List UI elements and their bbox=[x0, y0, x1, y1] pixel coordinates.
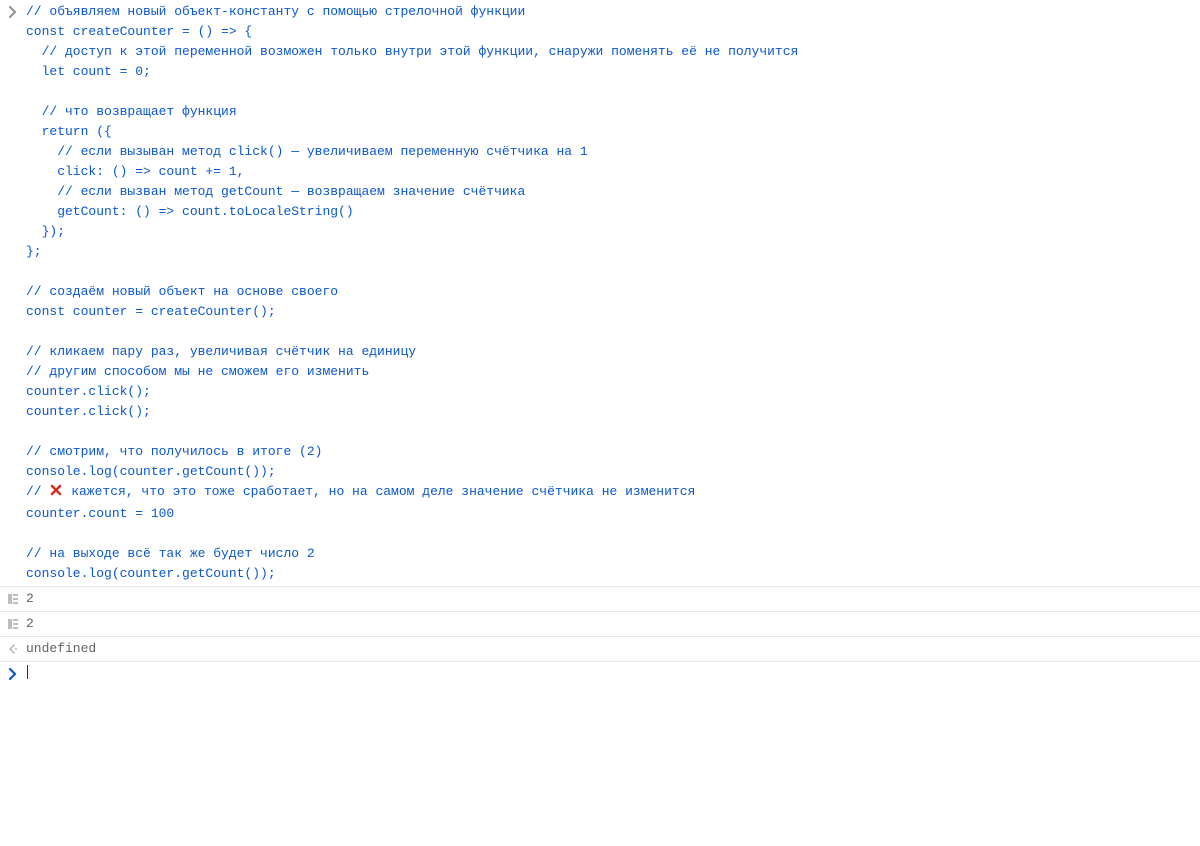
code-line: // доступ к этой переменной возможен тол… bbox=[26, 44, 798, 59]
code-line: let count = 0; bbox=[26, 64, 151, 79]
code-line: getCount: () => count.toLocaleString() bbox=[26, 204, 354, 219]
cross-mark-icon bbox=[49, 483, 63, 504]
code-line: }; bbox=[26, 244, 42, 259]
code-line: click: () => count += 1, bbox=[26, 164, 244, 179]
log-source-icon bbox=[0, 589, 26, 605]
code-text: // bbox=[26, 484, 49, 499]
code-line: counter.click(); bbox=[26, 384, 151, 399]
console-log-value[interactable]: 2 bbox=[26, 614, 1200, 634]
code-line: }); bbox=[26, 224, 65, 239]
code-line: return ({ bbox=[26, 124, 112, 139]
return-arrow-icon bbox=[0, 639, 26, 655]
console-input-code[interactable]: // объявляем новый объект-константу с по… bbox=[26, 2, 1200, 584]
code-line: // если вызыван метод click() — увеличив… bbox=[26, 144, 588, 159]
code-line: // смотрим, что получилось в итоге (2) bbox=[26, 444, 322, 459]
code-line: console.log(counter.getCount()); bbox=[26, 566, 276, 581]
console-log-row: 2 bbox=[0, 587, 1200, 612]
console-log-row: 2 bbox=[0, 612, 1200, 637]
code-line: // что возвращает функция bbox=[26, 104, 237, 119]
input-chevron-icon bbox=[0, 2, 26, 18]
text-caret bbox=[27, 665, 28, 679]
prompt-chevron-icon bbox=[0, 664, 26, 680]
code-text: кажется, что это тоже сработает, но на с… bbox=[63, 484, 695, 499]
console-log-value[interactable]: 2 bbox=[26, 589, 1200, 609]
code-line: // кажется, что это тоже сработает, но н… bbox=[26, 484, 695, 499]
code-line: // если вызван метод getCount — возвраща… bbox=[26, 184, 525, 199]
console-prompt-row[interactable] bbox=[0, 662, 1200, 686]
code-line: counter.count = 100 bbox=[26, 506, 174, 521]
console-input-row: // объявляем новый объект-константу с по… bbox=[0, 0, 1200, 587]
code-line: const createCounter = () => { bbox=[26, 24, 252, 39]
code-line: console.log(counter.getCount()); bbox=[26, 464, 276, 479]
code-line: const counter = createCounter(); bbox=[26, 304, 276, 319]
code-line: // объявляем новый объект-константу с по… bbox=[26, 4, 525, 19]
code-line: // на выходе всё так же будет число 2 bbox=[26, 546, 315, 561]
code-line: // другим способом мы не сможем его изме… bbox=[26, 364, 369, 379]
console-return-value[interactable]: undefined bbox=[26, 639, 1200, 659]
console-return-row: undefined bbox=[0, 637, 1200, 662]
code-line: // создаём новый объект на основе своего bbox=[26, 284, 338, 299]
log-source-icon bbox=[0, 614, 26, 630]
console-prompt-input[interactable] bbox=[26, 664, 1200, 684]
code-line: // кликаем пару раз, увеличивая счётчик … bbox=[26, 344, 416, 359]
code-line: counter.click(); bbox=[26, 404, 151, 419]
